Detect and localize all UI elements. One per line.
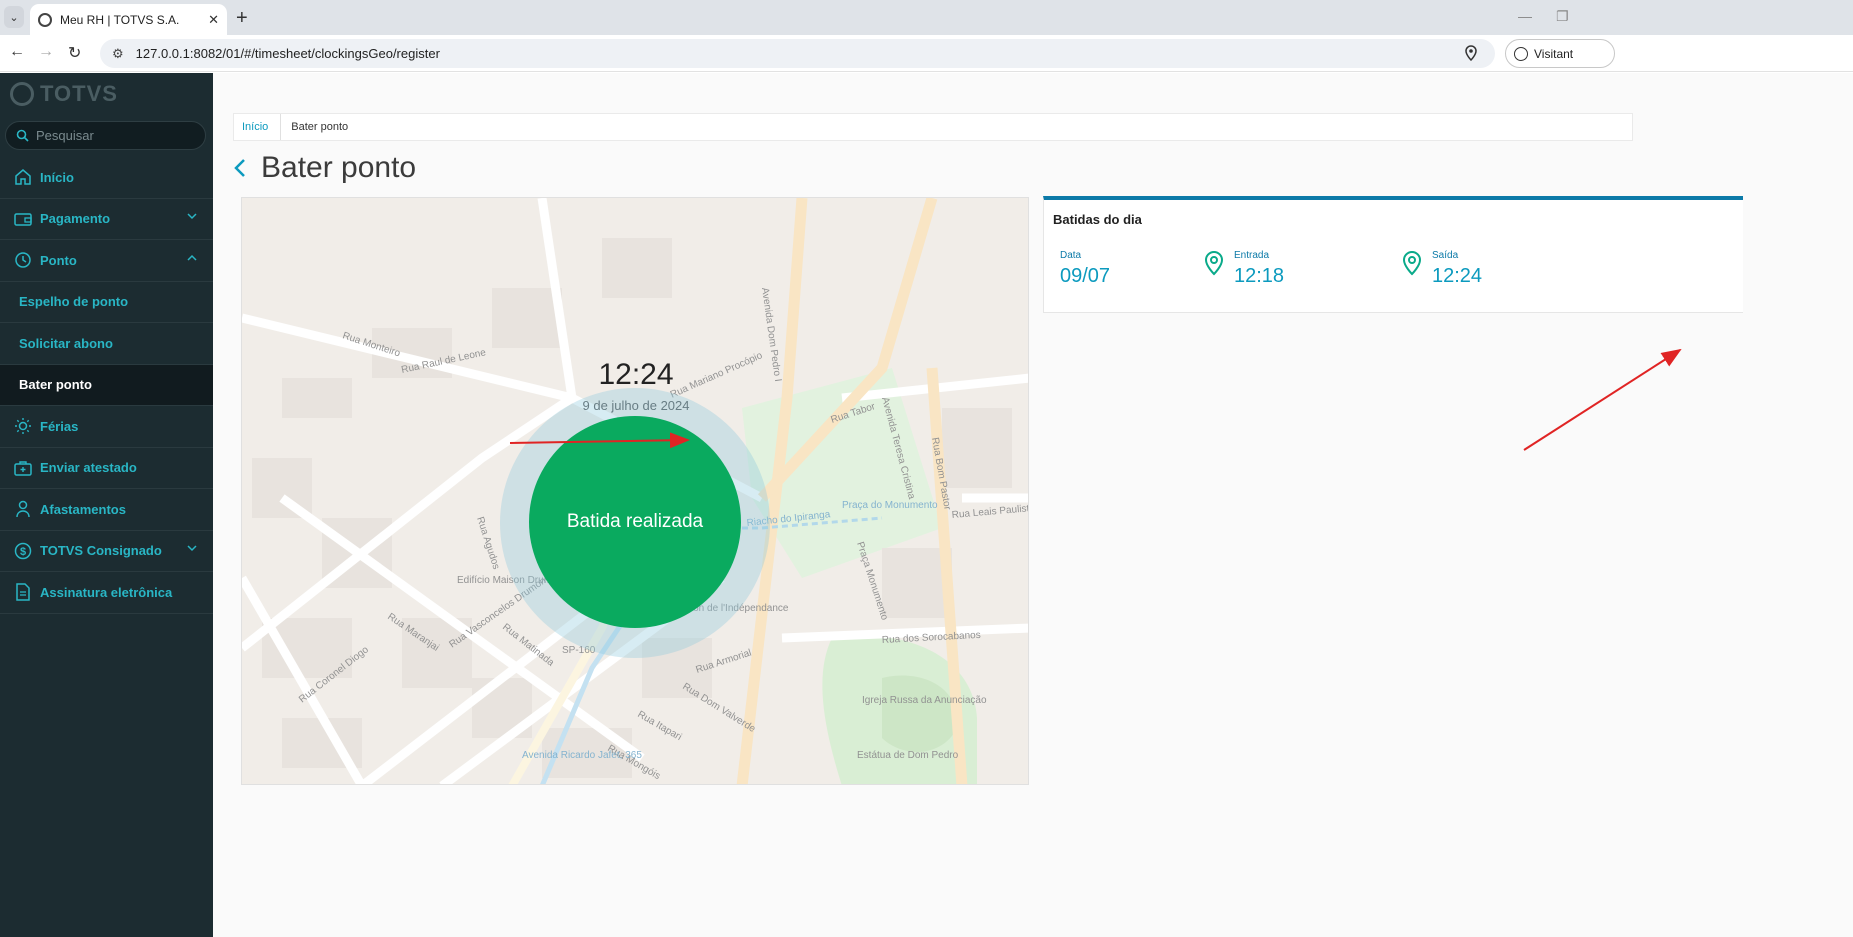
chevron-down-icon (187, 212, 197, 219)
breadcrumb: Início Bater ponto (233, 113, 1633, 141)
entrada-value: 12:18 (1234, 265, 1285, 287)
sidebar-item-label: Início (40, 169, 74, 185)
back-icon[interactable]: ← (9, 43, 25, 61)
document-icon (16, 583, 30, 601)
sidebar-item-label: Férias (40, 418, 79, 434)
logo-text: TOTVS (40, 81, 118, 106)
date-label: Data (1060, 250, 1082, 261)
wallet-icon (14, 213, 32, 226)
home-icon (15, 169, 31, 185)
day-punches-title: Batidas do dia (1053, 212, 1142, 227)
browser-tab[interactable]: Meu RH | TOTVS S.A. ✕ (30, 4, 227, 35)
sidebar-item-ferias[interactable]: Férias (0, 406, 213, 448)
sidebar-item-label: Bater ponto (19, 377, 92, 393)
chevron-up-icon (187, 254, 197, 261)
day-punches-card: Batidas do dia Data 09/07 Entrada 12:18 … (1043, 196, 1743, 313)
new-tab-icon[interactable]: + (236, 7, 248, 30)
saida-label: Saída (1432, 250, 1459, 261)
tab-search-button[interactable]: ⌄ (4, 6, 24, 28)
date-value: 09/07 (1060, 265, 1111, 287)
sidebar: TOTVS Pesquisar Início Pagamento Ponto E… (0, 73, 213, 937)
clock-in-button[interactable]: Batida realizada (529, 416, 741, 628)
saida-value: 12:24 (1432, 265, 1483, 287)
main-content: Início Bater ponto Bater ponto Rua Raul … (213, 73, 1853, 937)
sidebar-item-bater-ponto[interactable]: Bater ponto (0, 364, 213, 406)
totvs-logo[interactable]: TOTVS (10, 81, 118, 107)
minimize-icon[interactable]: — (1518, 8, 1532, 24)
address-bar-row: ← → ↻ ⚙ 127.0.0.1:8082/01/#/timesheet/cl… (0, 35, 1853, 72)
sidebar-item-inicio[interactable]: Início (0, 157, 213, 199)
search-input[interactable]: Pesquisar (5, 121, 206, 150)
sidebar-item-label: Espelho de ponto (19, 294, 129, 310)
sidebar-item-afastamentos[interactable]: Afastamentos (0, 489, 213, 531)
url-text: 127.0.0.1:8082/01/#/timesheet/clockingsG… (135, 46, 440, 61)
avatar-icon (1514, 46, 1528, 61)
chevron-down-icon (187, 544, 197, 551)
url-field[interactable]: ⚙ 127.0.0.1:8082/01/#/timesheet/clocking… (100, 39, 1495, 68)
close-tab-icon[interactable]: ✕ (208, 12, 219, 28)
reload-icon[interactable]: ↻ (68, 43, 81, 63)
sidebar-menu: Início Pagamento Ponto Espelho de ponto … (0, 157, 213, 614)
medical-kit-icon (14, 461, 32, 476)
sidebar-item-espelho-de-ponto[interactable]: Espelho de ponto (0, 282, 213, 323)
site-settings-icon[interactable]: ⚙ (112, 46, 124, 62)
tab-title: Meu RH | TOTVS S.A. (60, 12, 180, 27)
location-icon[interactable] (1465, 45, 1477, 61)
sidebar-item-totvs-consignado[interactable]: $ TOTVS Consignado (0, 531, 213, 572)
search-icon (16, 129, 29, 142)
sidebar-item-enviar-atestado[interactable]: Enviar atestado (0, 448, 213, 489)
profile-label: Visitant (1534, 46, 1574, 61)
saida-stat: Saída 12:24 (1402, 250, 1483, 288)
back-arrow-icon[interactable] (233, 158, 247, 178)
svg-text:$: $ (20, 546, 26, 558)
clock-time: 12:24 (598, 358, 674, 391)
sidebar-item-label: Ponto (40, 252, 77, 268)
restore-icon[interactable]: ❐ (1556, 8, 1569, 25)
sidebar-item-pagamento[interactable]: Pagamento (0, 199, 213, 240)
breadcrumb-home-link[interactable]: Início (234, 114, 282, 140)
sidebar-item-assinatura-eletronica[interactable]: Assinatura eletrônica (0, 572, 213, 614)
search-placeholder: Pesquisar (36, 128, 94, 143)
location-pin-icon (1402, 250, 1422, 276)
sidebar-item-solicitar-abono[interactable]: Solicitar abono (0, 323, 213, 365)
site-favicon-icon (38, 12, 52, 27)
dollar-icon: $ (14, 542, 32, 559)
date-stat: Data 09/07 (1060, 250, 1110, 288)
sidebar-item-ponto[interactable]: Ponto (0, 240, 213, 282)
sidebar-item-label: Solicitar abono (19, 335, 113, 351)
location-pin-icon (1204, 250, 1224, 276)
map-panel[interactable]: Rua Raul de Leone Rua Monteiro Rua Maria… (241, 197, 1029, 785)
page-title: Bater ponto (261, 151, 417, 184)
forward-icon[interactable]: → (38, 43, 54, 61)
totvs-logo-icon (10, 82, 34, 106)
browser-tab-bar: ⌄ Meu RH | TOTVS S.A. ✕ + — ❐ (0, 0, 1853, 35)
entrada-stat: Entrada 12:18 (1204, 250, 1285, 288)
breadcrumb-current: Bater ponto (291, 121, 349, 133)
sidebar-item-label: Assinatura eletrônica (40, 584, 173, 600)
clock-icon (15, 252, 31, 268)
person-icon (16, 501, 30, 518)
sidebar-item-label: Afastamentos (40, 501, 126, 517)
sidebar-item-label: Pagamento (40, 211, 111, 227)
entrada-label: Entrada (1234, 250, 1270, 261)
sun-icon (15, 418, 31, 435)
sidebar-item-label: Enviar atestado (40, 460, 137, 476)
profile-button[interactable]: Visitant (1505, 39, 1615, 68)
sidebar-item-label: TOTVS Consignado (40, 543, 162, 559)
